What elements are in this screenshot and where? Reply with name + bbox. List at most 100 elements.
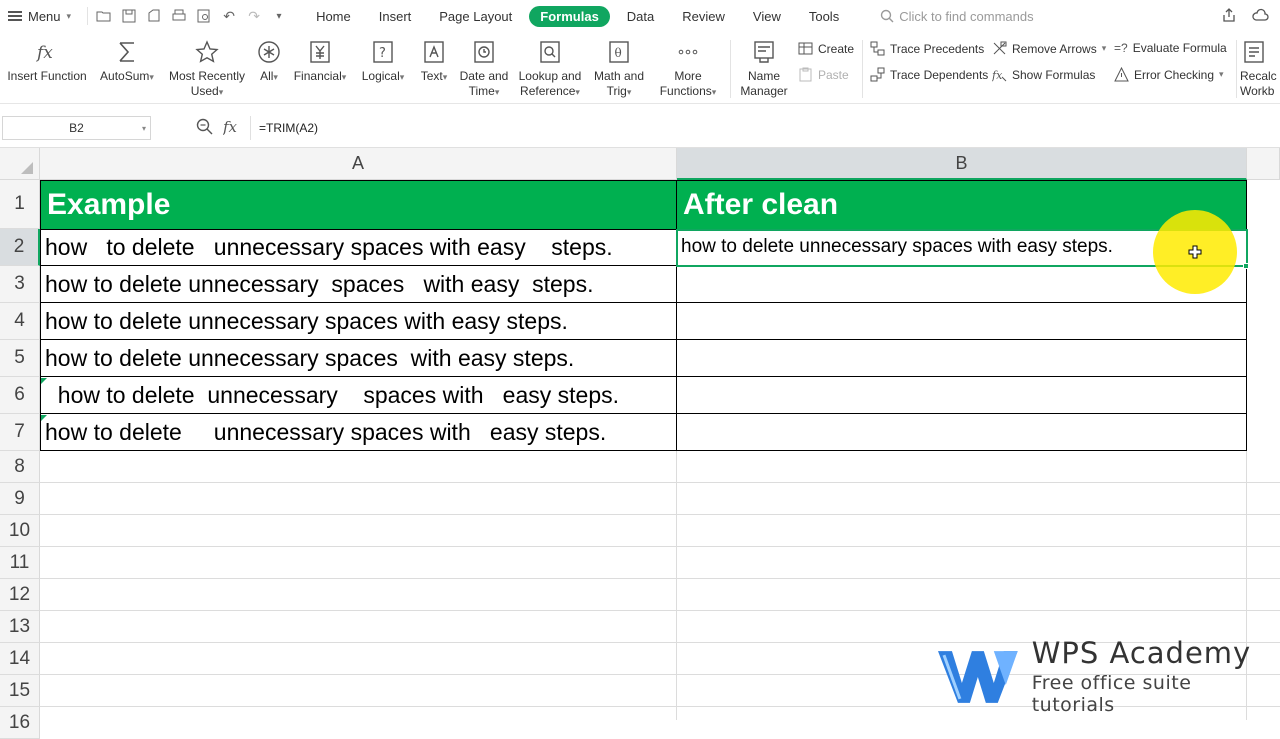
chevron-down-icon[interactable]: ▾ — [142, 124, 146, 133]
recalculate-icon — [1240, 37, 1268, 67]
row-header-4[interactable]: 4 — [0, 303, 40, 340]
row-header-3[interactable]: 3 — [0, 266, 40, 303]
menu-label: Menu — [28, 8, 61, 24]
cell-b5[interactable] — [677, 340, 1247, 377]
sigma-icon — [113, 37, 141, 67]
cell-a1[interactable]: Example — [40, 180, 677, 230]
row-header-16[interactable]: 16 — [0, 707, 40, 739]
date-time-button[interactable]: Date and Time▾ — [456, 37, 512, 100]
cross-cursor-icon — [1188, 245, 1202, 259]
most-recently-used-button[interactable]: Most Recently Used▾ — [166, 37, 248, 100]
row-header-13[interactable]: 13 — [0, 611, 40, 643]
row-header-7[interactable]: 7 — [0, 414, 40, 451]
cloud-sync-icon[interactable] — [1252, 6, 1270, 24]
row-header-15[interactable]: 15 — [0, 675, 40, 707]
name-box[interactable]: B2 ▾ — [2, 116, 151, 140]
logical-button[interactable]: ? Logical▾ — [356, 37, 410, 85]
tab-data[interactable]: Data — [616, 6, 665, 27]
wps-academy-watermark: WPS Academy Free office suite tutorials — [936, 636, 1280, 716]
show-formulas-icon: fx — [992, 69, 1007, 82]
remove-arrows-button[interactable]: Remove Arrows ▾ — [992, 41, 1106, 56]
all-functions-button[interactable]: All▾ — [254, 37, 284, 85]
create-name-button[interactable]: Create — [798, 41, 854, 56]
customize-toolbar-icon[interactable]: ▾ — [271, 8, 287, 24]
text-a-icon — [420, 37, 448, 67]
zoom-icon[interactable] — [196, 118, 213, 135]
more-dots-icon — [674, 37, 702, 67]
print-icon[interactable] — [171, 8, 187, 24]
command-search[interactable]: Click to find commands — [880, 9, 1034, 24]
share-icon[interactable] — [1220, 6, 1238, 24]
row-header-2[interactable]: 2 — [0, 229, 40, 266]
ribbon-tabs: Home Insert Page Layout Formulas Data Re… — [305, 5, 856, 27]
tab-view[interactable]: View — [742, 6, 792, 27]
more-functions-button[interactable]: More Functions▾ — [654, 37, 722, 100]
row-header-5[interactable]: 5 — [0, 340, 40, 377]
math-trig-button[interactable]: θ Math and Trig▾ — [590, 37, 648, 100]
cell-b1[interactable]: After clean — [676, 180, 1247, 230]
row-header-14[interactable]: 14 — [0, 643, 40, 675]
formula-bar: B2 ▾ fx =TRIM(A2) — [0, 104, 1280, 148]
row-header-10[interactable]: 10 — [0, 515, 40, 547]
text-functions-button[interactable]: Text▾ — [416, 37, 452, 85]
column-header-a[interactable]: A — [40, 148, 677, 180]
error-indicator — [41, 415, 47, 421]
formulas-ribbon: fx Insert Function AutoSum▾ Most Recentl… — [0, 32, 1280, 104]
undo-icon[interactable]: ↶ — [221, 8, 237, 24]
recalculate-workbook-button[interactable]: Recalc Workb — [1240, 37, 1280, 99]
svg-text:fx: fx — [992, 69, 1003, 82]
remove-arrows-icon — [993, 41, 1007, 55]
fx-icon[interactable]: fx — [223, 118, 241, 135]
show-formulas-button[interactable]: fx Show Formulas — [992, 67, 1095, 83]
export-icon[interactable] — [146, 8, 162, 24]
cell-a3[interactable]: how to delete unnecessary spaces with ea… — [40, 266, 677, 303]
asterisk-icon — [255, 37, 283, 67]
tab-insert[interactable]: Insert — [368, 6, 423, 27]
print-preview-icon[interactable] — [196, 8, 212, 24]
row-header-8[interactable]: 8 — [0, 451, 40, 483]
name-manager-button[interactable]: Name Manager — [736, 37, 792, 99]
equals-question-icon: =? — [1114, 41, 1128, 55]
tab-home[interactable]: Home — [305, 6, 362, 27]
error-checking-button[interactable]: Error Checking ▾ — [1114, 67, 1224, 82]
lookup-reference-button[interactable]: Lookup and Reference▾ — [516, 37, 584, 100]
menu-button[interactable]: Menu ▾ — [0, 0, 79, 32]
save-icon[interactable] — [121, 8, 137, 24]
tab-page-layout[interactable]: Page Layout — [428, 6, 523, 27]
select-all-corner[interactable] — [0, 148, 40, 180]
autosum-button[interactable]: AutoSum▾ — [96, 37, 158, 85]
cell-a4[interactable]: how to delete unnecessary spaces with ea… — [40, 303, 677, 340]
trace-dependents-button[interactable]: Trace Dependents — [870, 67, 988, 82]
row-header-12[interactable]: 12 — [0, 579, 40, 611]
fill-handle[interactable] — [1243, 263, 1249, 269]
trace-precedents-button[interactable]: Trace Precedents — [870, 41, 984, 56]
evaluate-formula-button[interactable]: =? Evaluate Formula — [1114, 41, 1227, 55]
cell-a7[interactable]: how to delete unnecessary spaces with ea… — [40, 414, 677, 451]
cell-b4[interactable] — [677, 303, 1247, 340]
open-folder-icon[interactable] — [96, 8, 112, 24]
cell-a5[interactable]: how to delete unnecessary spaces with ea… — [40, 340, 677, 377]
financial-button[interactable]: Financial▾ — [290, 37, 350, 85]
formula-input[interactable]: =TRIM(A2) — [250, 116, 1280, 140]
row-header-6[interactable]: 6 — [0, 377, 40, 414]
hamburger-icon — [8, 11, 22, 21]
grid-line — [40, 610, 1280, 611]
tab-review[interactable]: Review — [671, 6, 736, 27]
row-header-9[interactable]: 9 — [0, 483, 40, 515]
row-header-11[interactable]: 11 — [0, 547, 40, 579]
tab-formulas[interactable]: Formulas — [529, 5, 610, 27]
cell-a2[interactable]: how to delete unnecessary spaces with ea… — [40, 229, 677, 266]
cell-b6[interactable] — [677, 377, 1247, 414]
formula-bar-icons: fx — [196, 118, 241, 135]
question-icon: ? — [369, 37, 397, 67]
insert-function-button[interactable]: fx Insert Function — [6, 37, 88, 84]
tab-tools[interactable]: Tools — [798, 6, 850, 27]
column-header-c[interactable] — [1247, 148, 1280, 180]
redo-icon[interactable]: ↷ — [246, 8, 262, 24]
cell-b7[interactable] — [677, 414, 1247, 451]
row-header-1[interactable]: 1 — [0, 180, 40, 229]
cell-a6[interactable]: how to delete unnecessary spaces with ea… — [40, 377, 677, 414]
warning-icon — [1114, 67, 1129, 82]
paste-name-button[interactable]: Paste — [798, 67, 849, 82]
column-header-b[interactable]: B — [677, 148, 1247, 180]
